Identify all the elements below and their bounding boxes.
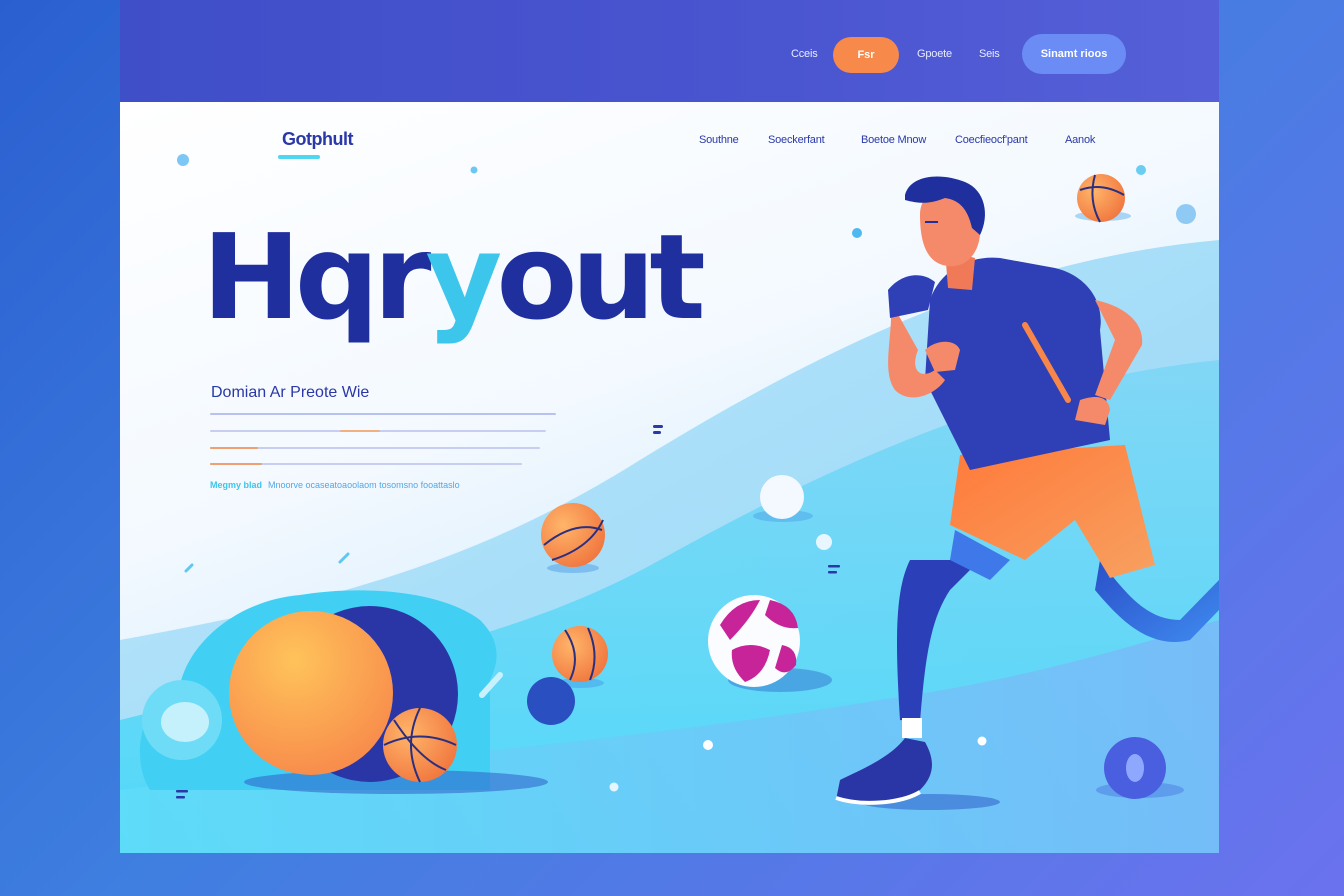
dash: [828, 565, 840, 568]
dot: [177, 154, 189, 166]
main-nav-item-5[interactable]: Aanok: [1065, 134, 1095, 146]
dot: [470, 166, 478, 174]
dash: [653, 425, 663, 428]
brand-logo[interactable]: Gotphult: [282, 129, 353, 150]
main-nav-item-4[interactable]: Coecfieocf'pant: [955, 134, 1028, 146]
text-line-highlight: [340, 430, 380, 432]
dot: [609, 782, 619, 792]
basketball-top-right: [1075, 174, 1131, 223]
main-nav-item-2[interactable]: Soeckerfant: [768, 134, 825, 146]
hero-illustration: [120, 154, 1219, 853]
dot: [1136, 165, 1146, 175]
dot: [977, 736, 987, 746]
page-frame: Cceis Fsr Gpoete Seis Sinamt rioos Gotph…: [120, 0, 1219, 853]
bubble-highlight: [161, 702, 209, 742]
main-nav-item-1[interactable]: Southne: [699, 134, 739, 146]
text-line-highlight: [210, 447, 258, 449]
main-nav-item-3[interactable]: Boetoe Mnow: [861, 134, 926, 146]
hero-title: Hqryout: [202, 218, 706, 336]
text-line: [210, 413, 556, 415]
purple-ball-mark: [1126, 754, 1144, 782]
hero-subtitle: Domian Ar Preote Wie: [211, 384, 370, 401]
dash: [176, 790, 188, 793]
hero-link-row[interactable]: Megmy blad Mnoorve ocaseatoaoolaom tosoms…: [210, 480, 460, 490]
dot: [852, 228, 862, 238]
hero-link-label[interactable]: Megmy blad: [210, 480, 262, 490]
dot: [1176, 204, 1196, 224]
sparkle: [338, 552, 350, 564]
blue-ball: [527, 677, 575, 725]
dash: [176, 796, 185, 799]
hero-title-part2: out: [496, 208, 705, 346]
dash: [653, 431, 661, 434]
hero-title-accent: y: [425, 208, 502, 346]
dot: [816, 534, 832, 550]
dot: [703, 740, 713, 750]
logo-underline: [278, 155, 320, 159]
text-line-highlight: [210, 463, 262, 465]
hero-title-part1: Hqr: [202, 208, 431, 346]
hero-link-text: Mnoorve ocaseatoaoolaom tosomsno fooatta…: [268, 480, 460, 490]
text-line: [210, 447, 540, 449]
white-ball: [760, 475, 804, 519]
dash: [828, 571, 837, 574]
sparkle: [184, 563, 194, 573]
small-basketball-front: [383, 707, 457, 783]
big-orange-ball: [229, 611, 393, 775]
